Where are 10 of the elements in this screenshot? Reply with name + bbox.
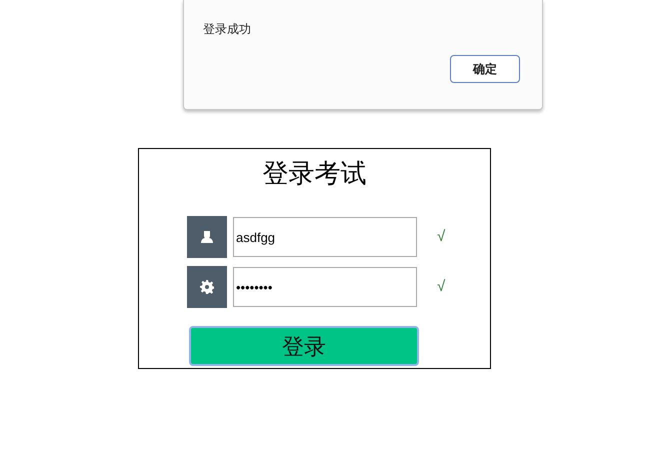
login-button[interactable]: 登录 [189,326,419,366]
ok-button[interactable]: 确定 [450,55,520,83]
user-icon [200,230,214,244]
gear-icon [200,280,214,294]
alert-message: 登录成功 [203,21,251,38]
login-title: 登录考试 [262,157,366,189]
username-field[interactable]: asdfgg [233,217,417,257]
password-field[interactable]: •••••••• [233,267,417,307]
valid-mark: √ [437,276,446,297]
valid-mark: √ [437,226,446,247]
